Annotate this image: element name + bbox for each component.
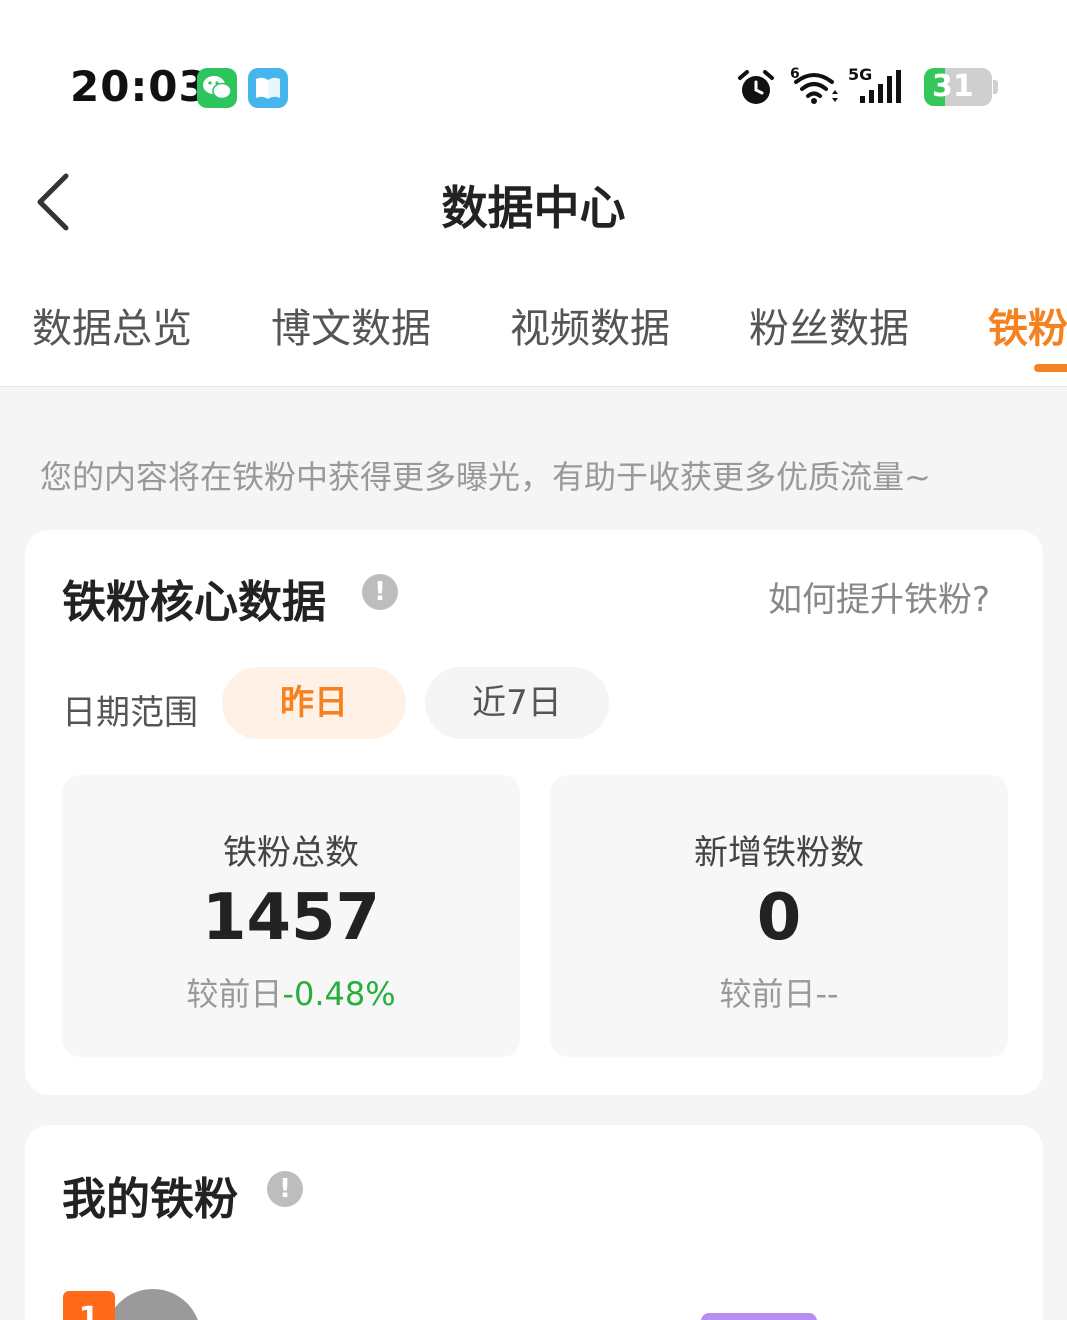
tab-bar: 数据总览 博文数据 视频数据 粉丝数据 铁粉	[0, 296, 1067, 386]
info-icon[interactable]: !	[362, 574, 398, 610]
avatar[interactable]	[105, 1289, 201, 1320]
tab-posts[interactable]: 博文数据	[271, 296, 431, 354]
signal-icon: 5G	[848, 66, 901, 103]
tab-videos[interactable]: 视频数据	[510, 296, 670, 354]
status-bar: 20:03 6 5G 31	[0, 0, 1067, 130]
core-data-title: 铁粉核心数据	[62, 577, 326, 628]
stat-value: 1457	[201, 881, 381, 955]
alarm-icon	[738, 70, 774, 104]
battery-percent: 31	[932, 69, 974, 104]
tab-divider	[0, 386, 1067, 387]
page-title: 数据中心	[441, 181, 626, 235]
stat-total-iron-fans: 铁粉总数 1457 较前日-0.48%	[62, 775, 520, 1057]
wifi-icon: 6	[790, 66, 838, 104]
my-iron-fans-card: 我的铁粉 ! 1	[25, 1125, 1043, 1320]
fan-level-tag	[701, 1313, 817, 1320]
core-data-card: 铁粉核心数据 ! 如何提升铁粉? 日期范围 昨日 近7日 铁粉总数 1457 较…	[25, 530, 1043, 1095]
tab-iron-fans[interactable]: 铁粉	[988, 296, 1067, 354]
stat-compare: 较前日-0.48%	[62, 969, 520, 1015]
rank-badge: 1	[63, 1291, 115, 1320]
stat-new-iron-fans: 新增铁粉数 0 较前日--	[550, 775, 1008, 1057]
my-fans-title: 我的铁粉	[62, 1174, 238, 1225]
tab-overview[interactable]: 数据总览	[32, 296, 192, 354]
books-icon	[248, 68, 288, 108]
stat-label: 铁粉总数	[223, 833, 359, 873]
network-type: 5G	[848, 66, 872, 84]
help-link[interactable]: 如何提升铁粉?	[768, 572, 990, 621]
status-time: 20:03	[70, 62, 209, 111]
notice-text: 您的内容将在铁粉中获得更多曝光，有助于收获更多优质流量~	[40, 458, 931, 496]
info-icon[interactable]: !	[267, 1171, 303, 1207]
date-option-yesterday[interactable]: 昨日	[222, 667, 406, 739]
wechat-icon	[197, 68, 237, 108]
compare-value: -0.48%	[282, 975, 396, 1013]
active-tab-indicator	[1034, 364, 1067, 372]
date-range-label: 日期范围	[62, 693, 198, 733]
stat-compare: 较前日--	[550, 969, 1008, 1015]
battery-icon: 31	[924, 68, 998, 106]
compare-prefix: 较前日	[186, 975, 283, 1013]
date-option-7days[interactable]: 近7日	[425, 667, 609, 739]
compare-prefix: 较前日	[719, 975, 816, 1013]
stat-value: 0	[756, 881, 802, 955]
compare-value: --	[815, 975, 839, 1013]
tab-fans[interactable]: 粉丝数据	[749, 296, 909, 354]
stat-label: 新增铁粉数	[694, 833, 864, 873]
